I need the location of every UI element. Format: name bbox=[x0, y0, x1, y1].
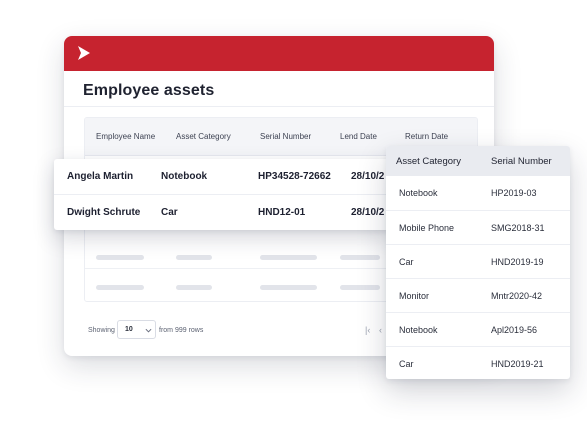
skeleton-bar bbox=[96, 255, 144, 260]
pagination-showing-label: Showing bbox=[88, 327, 115, 334]
skeleton-bar bbox=[260, 285, 317, 290]
page-title: Employee assets bbox=[83, 82, 215, 99]
list-item[interactable]: Notebook HP2019-03 bbox=[386, 176, 570, 210]
divider bbox=[64, 106, 494, 107]
app-header-bar bbox=[64, 36, 494, 71]
skeleton-bar bbox=[340, 285, 380, 290]
prev-page-icon[interactable]: ‹ bbox=[379, 325, 382, 335]
serial-number: SMG2018-31 bbox=[491, 223, 545, 233]
table-row[interactable]: Angela Martin Notebook HP34528-72662 28/… bbox=[54, 159, 395, 194]
lend-date: 28/10/2 bbox=[351, 207, 385, 218]
serial-number: HP34528-72662 bbox=[258, 171, 331, 182]
side-table-header: Asset Category Serial Number bbox=[386, 146, 570, 176]
column-header-asset-category[interactable]: Asset Category bbox=[176, 132, 231, 141]
asset-category: Notebook bbox=[399, 188, 438, 198]
serial-number: Mntr2020-42 bbox=[491, 291, 543, 301]
asset-category: Car bbox=[399, 257, 414, 267]
list-item[interactable]: Car HND2019-19 bbox=[386, 244, 570, 278]
skeleton-bar bbox=[340, 255, 380, 260]
employee-name: Angela Martin bbox=[67, 171, 134, 182]
asset-serial-card: Asset Category Serial Number Notebook HP… bbox=[386, 146, 570, 379]
list-item[interactable]: Car HND2019-21 bbox=[386, 346, 570, 379]
lend-date: 28/10/2 bbox=[351, 171, 385, 182]
serial-number: HND2019-19 bbox=[491, 257, 544, 267]
list-item[interactable]: Notebook Apl2019-56 bbox=[386, 312, 570, 346]
logo-icon[interactable] bbox=[76, 45, 92, 61]
chevron-down-icon bbox=[145, 328, 152, 333]
employee-name: Dwight Schrute bbox=[67, 207, 141, 218]
rows-per-page-select[interactable]: 10 bbox=[117, 320, 156, 339]
pagination-total-label: from 999 rows bbox=[159, 327, 204, 334]
list-item[interactable]: Monitor Mntr2020-42 bbox=[386, 278, 570, 312]
skeleton-bar bbox=[260, 255, 317, 260]
asset-category: Notebook bbox=[399, 325, 438, 335]
highlighted-rows-card: Angela Martin Notebook HP34528-72662 28/… bbox=[54, 159, 395, 230]
rows-per-page-value: 10 bbox=[125, 326, 133, 333]
serial-number: HP2019-03 bbox=[491, 188, 537, 198]
column-header-serial-number[interactable]: Serial Number bbox=[491, 156, 552, 167]
table-row[interactable]: Dwight Schrute Car HND12-01 28/10/2 bbox=[54, 194, 395, 229]
skeleton-bar bbox=[176, 255, 212, 260]
side-table-body: Notebook HP2019-03 Mobile Phone SMG2018-… bbox=[386, 176, 570, 379]
serial-number: HND12-01 bbox=[258, 207, 306, 218]
skeleton-bar bbox=[96, 285, 144, 290]
column-header-lend-date[interactable]: Lend Date bbox=[340, 132, 377, 141]
asset-category: Monitor bbox=[399, 291, 430, 301]
column-header-employee-name[interactable]: Employee Name bbox=[96, 132, 155, 141]
serial-number: Apl2019-56 bbox=[491, 325, 538, 335]
skeleton-bar bbox=[176, 285, 212, 290]
asset-category: Car bbox=[161, 207, 178, 218]
column-header-asset-category[interactable]: Asset Category bbox=[396, 156, 461, 167]
asset-category: Car bbox=[399, 359, 414, 369]
first-page-icon[interactable]: |‹ bbox=[365, 325, 370, 335]
list-item[interactable]: Mobile Phone SMG2018-31 bbox=[386, 210, 570, 244]
column-header-serial-number[interactable]: Serial Number bbox=[260, 132, 311, 141]
column-header-return-date[interactable]: Return Date bbox=[405, 132, 448, 141]
serial-number: HND2019-21 bbox=[491, 359, 544, 369]
asset-category: Mobile Phone bbox=[399, 223, 455, 233]
asset-category: Notebook bbox=[161, 171, 208, 182]
